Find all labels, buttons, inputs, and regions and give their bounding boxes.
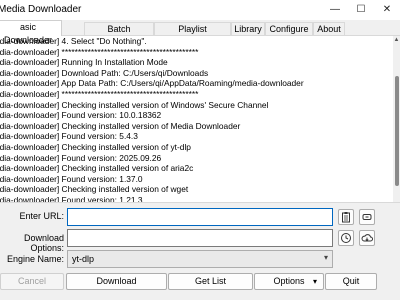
- log-lines: media-downloader] 4. Select "Do Nothing"…: [0, 36, 388, 203]
- tab-configure[interactable]: Configure: [265, 22, 313, 35]
- tab-about[interactable]: About: [313, 22, 345, 35]
- chevron-down-icon: ▾: [323, 253, 328, 262]
- log-line: media-downloader] **********************…: [0, 88, 199, 99]
- url-label: Enter URL:: [19, 211, 64, 221]
- log-line: media-downloader] Found version: 1.37.0: [0, 173, 143, 184]
- history-icon: [341, 233, 351, 243]
- options-label: Download Options:: [23, 233, 64, 253]
- paste-button[interactable]: [338, 209, 354, 225]
- history-button[interactable]: [338, 230, 354, 246]
- log-line: media-downloader] **********************…: [0, 46, 199, 57]
- download-button[interactable]: Download: [66, 273, 167, 290]
- cloud-download-button[interactable]: [359, 230, 375, 246]
- link-icon: [362, 214, 372, 220]
- get-list-label: Get List: [194, 276, 226, 286]
- engine-label: Engine Name:: [6, 254, 64, 264]
- window-title: Media Downloader: [0, 4, 82, 15]
- log-line: media-downloader] App Data Path: C:/User…: [0, 78, 304, 89]
- log-line: media-downloader] Found version: 5.4.3: [0, 131, 138, 142]
- get-list-button[interactable]: Get List: [168, 273, 253, 290]
- log-line: media-downloader] Download Path: C:/User…: [0, 67, 209, 78]
- tab-strip: asic Downloader Batch Downloader Playlis…: [0, 20, 400, 47]
- tab-basic-downloader[interactable]: asic Downloader: [0, 20, 62, 45]
- bottom-button-bar: Cancel Download Get List Options ▾ Quit: [0, 273, 400, 300]
- close-button[interactable]: ✕: [374, 0, 400, 20]
- tab-playlist-downloader[interactable]: Playlist Downloader: [154, 22, 231, 47]
- log-line: media-downloader] Checking installed ver…: [0, 141, 191, 152]
- quit-button[interactable]: Quit: [325, 273, 377, 290]
- scroll-thumb[interactable]: [395, 76, 399, 186]
- maximize-button[interactable]: ☐: [348, 0, 374, 20]
- cancel-button[interactable]: Cancel: [0, 273, 64, 290]
- log-scrollbar[interactable]: ▲: [393, 36, 400, 202]
- log-line: media-downloader] Running In Installatio…: [0, 57, 168, 68]
- cloud-download-icon: [361, 234, 373, 242]
- log-line: media-downloader] Checking installed ver…: [0, 163, 194, 174]
- log-line: media-downloader] Checking installed ver…: [0, 120, 241, 131]
- chevron-down-icon: ▾: [312, 277, 317, 286]
- engine-select[interactable]: yt-dlp ▾: [67, 250, 333, 268]
- options-label-text: Options: [273, 276, 305, 286]
- log-line: media-downloader] Checking installed ver…: [0, 184, 189, 195]
- url-input[interactable]: [67, 208, 333, 226]
- options-button[interactable]: Options ▾: [254, 273, 324, 290]
- download-options-input[interactable]: [67, 229, 333, 247]
- log-line: media-downloader] Checking installed ver…: [0, 99, 269, 110]
- log-line: media-downloader] Found version: 10.0.18…: [0, 110, 162, 121]
- scroll-up-icon[interactable]: ▲: [393, 36, 400, 44]
- log-line: media-downloader] Found version: 1.21.3: [0, 194, 143, 203]
- engine-value: yt-dlp: [72, 254, 95, 264]
- clipboard-icon: [342, 212, 350, 223]
- log-line: media-downloader] Found version: 2025.09…: [0, 152, 162, 163]
- title-bar: Media Downloader — ☐ ✕: [0, 0, 400, 20]
- link-button[interactable]: [359, 209, 375, 225]
- log-line: media-downloader] 4. Select "Do Nothing"…: [0, 36, 147, 46]
- log-output[interactable]: media-downloader] 4. Select "Do Nothing"…: [0, 35, 400, 203]
- minimize-button[interactable]: —: [322, 0, 348, 20]
- tab-library[interactable]: Library: [231, 22, 265, 35]
- tab-batch-downloader[interactable]: Batch Downloader: [84, 22, 154, 47]
